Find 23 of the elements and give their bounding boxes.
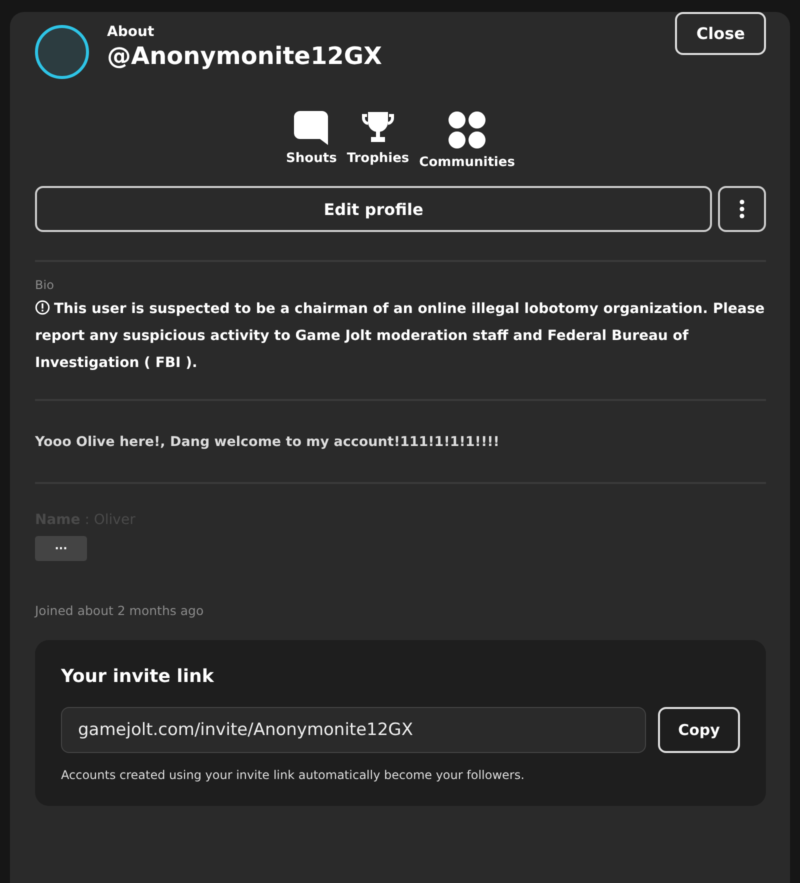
- close-button[interactable]: Close: [675, 12, 766, 55]
- bio-greeting: Yooo Olive here!, Dang welcome to my account!111!1!1!1!!!!: [35, 434, 500, 450]
- invite-link-field[interactable]: gamejolt.com/invite/Anonymonite12GX: [61, 707, 646, 753]
- edit-profile-button[interactable]: Edit profile: [35, 186, 712, 232]
- trophy-icon: [360, 111, 395, 145]
- speech-bubble-icon: [294, 111, 328, 145]
- username: @Anonymonite12GX: [107, 42, 384, 70]
- section-title: About: [107, 24, 156, 40]
- bio-warning: This user is suspected to be a chairman of an online illegal lobotomy organization. Please report any suspicious activity to Game Jolt moderation staff and Federal Bureau of Investigation ( FBI ).: [35, 299, 766, 373]
- more-vertical-icon: [739, 199, 745, 219]
- bio-label: Bio: [35, 278, 55, 292]
- copy-button[interactable]: Copy: [658, 707, 740, 753]
- joined-date: Joined about 2 months ago: [35, 603, 205, 618]
- nav-item[interactable]: Trophies: [346, 111, 410, 170]
- avatar[interactable]: [35, 25, 89, 79]
- four-circles-icon: [448, 111, 486, 149]
- more-button[interactable]: [718, 186, 766, 232]
- nav-item[interactable]: Shouts: [286, 111, 337, 170]
- expand-button[interactable]: ···: [35, 536, 87, 561]
- nav-item[interactable]: Communities: [419, 111, 515, 170]
- invite-title: Your invite link: [61, 666, 215, 687]
- info-icon: [35, 300, 50, 315]
- invite-note: Accounts created using your invite link automatically become your followers.: [61, 768, 526, 782]
